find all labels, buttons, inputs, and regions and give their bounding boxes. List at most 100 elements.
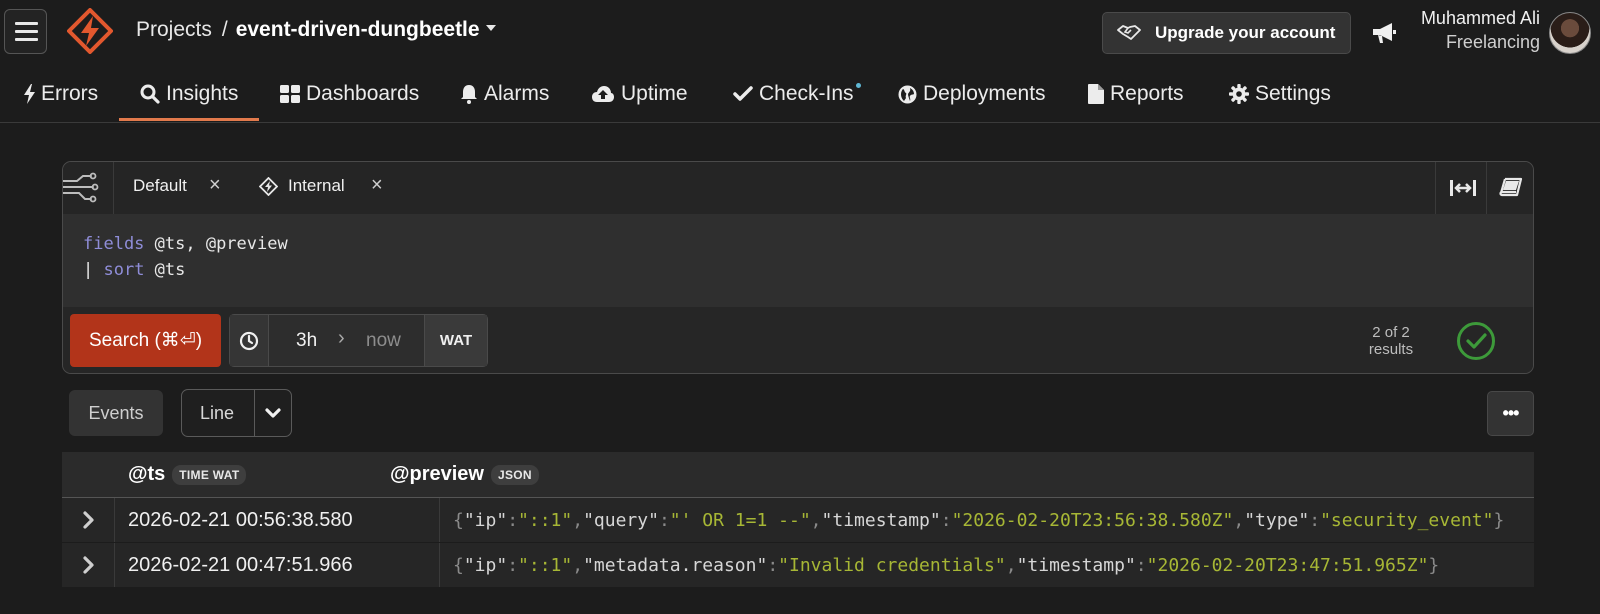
display-mode-select[interactable]: Line (181, 389, 292, 437)
megaphone-icon[interactable] (1370, 20, 1398, 46)
nav-item-insights[interactable]: Insights (140, 77, 238, 111)
divider (1486, 162, 1487, 214)
json-comma: , (572, 510, 584, 531)
upgrade-account-button[interactable]: Upgrade your account (1102, 12, 1351, 54)
json-value: "' OR 1=1 --" (669, 510, 811, 531)
stream-source-icon[interactable] (63, 172, 99, 204)
table-body: 2026-02-21 00:56:38.580 {"ip":"::1","quer… (62, 498, 1534, 588)
nav-item-errors[interactable]: Errors (24, 77, 98, 111)
column-header-ts[interactable]: @ts TIME WAT (128, 463, 247, 486)
json-key: "query" (583, 510, 659, 531)
nav-item-reports[interactable]: Reports (1088, 77, 1184, 111)
globe-icon (898, 85, 917, 103)
query-pipe: | (83, 260, 104, 280)
stream-tab-internal[interactable]: Internal (259, 176, 345, 196)
table-row[interactable]: 2026-02-21 00:47:51.966 {"ip":"::1","meta… (62, 543, 1534, 588)
json-key: "timestamp" (821, 510, 941, 531)
nav-item-label: Alarms (484, 82, 550, 105)
column-type-badge: JSON (490, 464, 539, 485)
close-icon: × (209, 174, 221, 196)
stream-tab-label: Internal (288, 176, 345, 195)
nav-item-label: Reports (1110, 82, 1184, 105)
nav-item-check-ins[interactable]: Check-Ins (733, 77, 865, 111)
brand-logo-icon[interactable] (67, 8, 113, 54)
close-icon: × (371, 174, 383, 196)
query-panel: Default × Internal × fields @ts, @previe… (62, 161, 1534, 374)
json-comma: , (1233, 510, 1245, 531)
column-header-preview[interactable]: @preview JSON (390, 463, 539, 486)
query-text: @ts (144, 260, 186, 280)
json-comma: , (810, 510, 822, 531)
more-options-button[interactable]: ••• (1487, 391, 1534, 436)
nav-item-label: Settings (1255, 82, 1331, 105)
nav-item-settings[interactable]: Settings (1229, 77, 1331, 111)
time-history-button[interactable] (230, 315, 269, 366)
stream-tab-label: Default (133, 176, 187, 195)
json-key: "timestamp" (1016, 555, 1136, 576)
query-keyword: sort (103, 260, 145, 280)
nav-item-uptime[interactable]: Uptime (591, 77, 688, 111)
table-row[interactable]: 2026-02-21 00:56:38.580 {"ip":"::1","quer… (62, 498, 1534, 543)
json-brace: { (453, 510, 464, 531)
divider (254, 390, 255, 436)
query-editor[interactable]: fields @ts, @preview | sort @ts (63, 214, 1533, 307)
expand-width-icon[interactable] (1449, 176, 1477, 200)
timestamp-cell: 2026-02-21 00:47:51.966 (115, 543, 440, 587)
handshake-icon (1117, 25, 1141, 40)
time-range-to[interactable]: now (366, 330, 401, 352)
query-keyword: fields (83, 234, 145, 254)
hamburger-line (15, 38, 38, 41)
caret-down-icon[interactable] (485, 25, 496, 32)
expand-row-button[interactable] (62, 543, 115, 587)
events-view-button[interactable]: Events (69, 390, 163, 436)
book-icon[interactable] (1497, 176, 1525, 200)
json-key: "ip" (463, 510, 508, 531)
timezone-button[interactable]: WAT (424, 315, 487, 366)
query-text: @ts, @preview (144, 234, 288, 254)
user-menu[interactable]: Muhammed Ali Freelancing (1421, 6, 1540, 54)
nav-item-label: Deployments (923, 82, 1046, 105)
column-name: @preview (390, 463, 484, 485)
avatar[interactable] (1549, 12, 1591, 54)
chevron-down-icon[interactable] (263, 404, 283, 422)
status-dot (855, 82, 861, 88)
stream-tab-internal-close[interactable]: × (371, 174, 383, 197)
json-colon: : (767, 555, 779, 576)
json-colon: : (1309, 510, 1321, 531)
json-comma: , (1005, 555, 1017, 576)
nav-item-label: Check-Ins (759, 82, 854, 105)
main-nav: Errors Insights Dashboards Alarms Uptime… (0, 66, 1600, 123)
hamburger-line (15, 30, 38, 33)
json-value: "security_event" (1320, 510, 1494, 531)
json-key: "type" (1244, 510, 1310, 531)
json-value: "::1" (518, 555, 573, 576)
results-label: results (1368, 341, 1414, 358)
query-controls: Search (⌘⏎) 3h › now WAT 2 of 2 results (63, 307, 1533, 373)
stream-tab-default-close[interactable]: × (209, 174, 221, 197)
divider (113, 162, 114, 214)
time-range-picker[interactable]: 3h › now WAT (229, 314, 488, 367)
top-bar: Projects / event-driven-dungbeetle Upgrade… (0, 0, 1600, 66)
nav-item-deployments[interactable]: Deployments (898, 77, 1046, 111)
nav-item-alarms[interactable]: Alarms (460, 77, 549, 111)
preview-cell: {"ip":"::1","query":"' OR 1=1 --","times… (440, 498, 1534, 542)
stream-tab-default[interactable]: Default (133, 176, 187, 196)
menu-toggle-button[interactable] (4, 9, 47, 54)
search-button[interactable]: Search (⌘⏎) (70, 314, 221, 367)
breadcrumb: Projects / event-driven-dungbeetle (136, 18, 496, 42)
json-brace: { (453, 555, 464, 576)
json-colon: : (507, 510, 519, 531)
bolt-icon (24, 84, 35, 104)
gear-icon (1229, 84, 1249, 104)
nav-item-label: Dashboards (306, 82, 420, 105)
nav-item-dashboards[interactable]: Dashboards (280, 77, 419, 111)
expand-row-button[interactable] (62, 498, 115, 542)
chevron-right-icon (83, 511, 94, 529)
json-colon: : (1135, 555, 1147, 576)
time-range-from[interactable]: 3h (296, 330, 317, 352)
column-type-badge: TIME WAT (172, 464, 247, 485)
nav-item-label: Errors (41, 82, 99, 105)
breadcrumb-projects-link[interactable]: Projects (136, 18, 212, 41)
json-value: "Invalid credentials" (778, 555, 1006, 576)
project-selector[interactable]: event-driven-dungbeetle (236, 18, 480, 41)
